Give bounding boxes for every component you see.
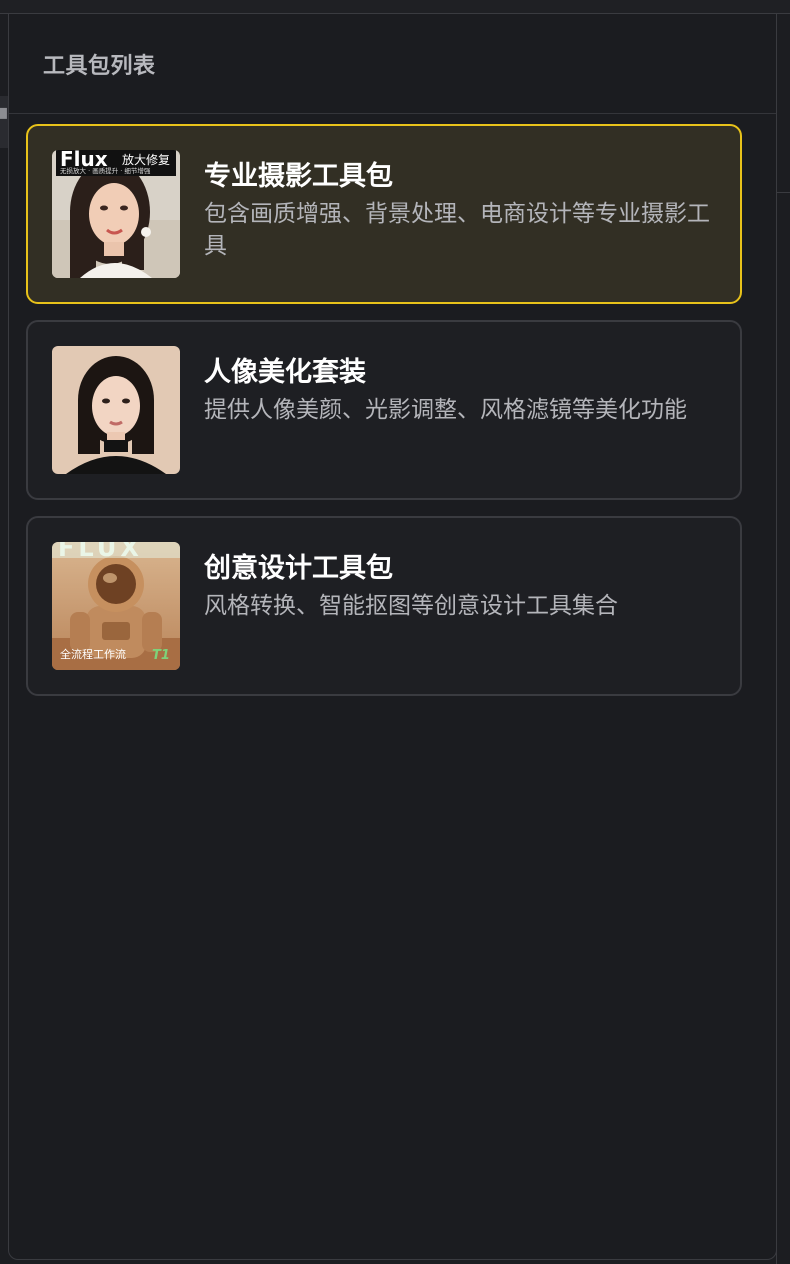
portrait-woman-image — [52, 346, 180, 474]
right-panel-rule — [776, 192, 790, 193]
toolkit-title: 创意设计工具包 — [204, 553, 393, 584]
top-bar — [0, 0, 790, 14]
astronaut-image: FLUX 全流程工作流 T1 — [52, 542, 180, 670]
thumb-subtext: 无损放大 · 画质提升 · 细节增强 — [60, 167, 151, 175]
thumb-tag: 全流程工作流 — [60, 648, 126, 661]
panel-title: 工具包列表 — [43, 53, 156, 79]
toolkit-title: 专业摄影工具包 — [204, 161, 393, 192]
toolkit-list: Flux 放大修复 无损放大 · 画质提升 · 细节增强 专业摄影工具包 包含画… — [26, 124, 742, 712]
toolkit-description: 包含画质增强、背景处理、电商设计等专业摄影工具 — [204, 201, 710, 259]
panel-header: 工具包列表 — [9, 14, 776, 114]
thumb-tag-suffix: T1 — [152, 648, 170, 663]
thumb-brand: FLUX — [58, 542, 143, 562]
toolkit-card-photography[interactable]: Flux 放大修复 无损放大 · 画质提升 · 细节增强 专业摄影工具包 包含画… — [26, 124, 742, 304]
toolkit-card-creative[interactable]: FLUX 全流程工作流 T1 创意设计工具包 风格转换、智能抠图等创意设计工具集… — [26, 516, 742, 696]
toolkit-title: 人像美化套装 — [204, 357, 366, 388]
portrait-woman-image: Flux 放大修复 无损放大 · 画质提升 · 细节增强 — [52, 150, 180, 278]
toolkit-description: 风格转换、智能抠图等创意设计工具集合 — [204, 593, 618, 619]
toolkit-card-portrait[interactable]: 人像美化套装 提供人像美颜、光影调整、风格滤镜等美化功能 — [26, 320, 742, 500]
toolkit-description: 提供人像美颜、光影调整、风格滤镜等美化功能 — [204, 397, 687, 423]
